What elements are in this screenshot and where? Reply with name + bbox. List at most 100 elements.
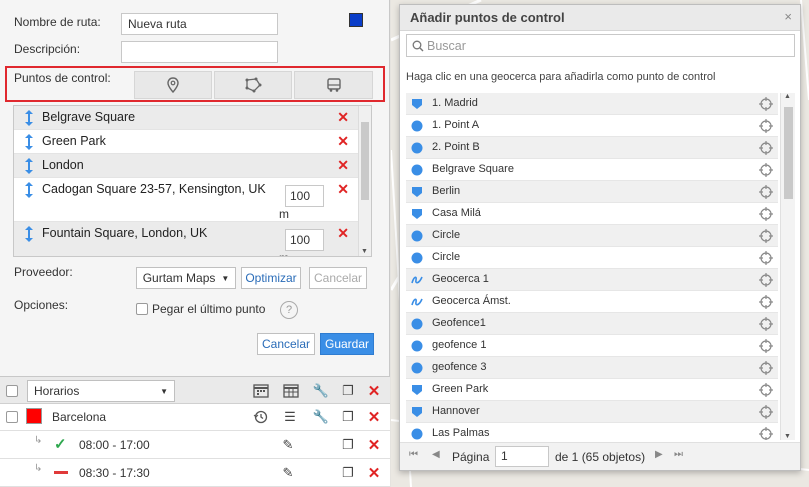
crosshair-icon[interactable] — [758, 228, 774, 244]
drag-arrow-icon[interactable] — [24, 181, 34, 199]
drag-arrow-icon[interactable] — [24, 133, 34, 151]
scroll-up-icon[interactable]: ▲ — [784, 93, 791, 100]
delete-icon[interactable]: ✕ — [365, 464, 383, 482]
history-icon[interactable] — [252, 408, 270, 426]
copy-icon[interactable]: ❐ — [339, 382, 357, 400]
delete-icon[interactable]: ✕ — [337, 157, 349, 174]
checkpoint-scrollbar[interactable]: ▼ — [358, 106, 371, 256]
radius-input[interactable]: 100 — [285, 185, 324, 207]
scrollbar-thumb[interactable] — [784, 107, 793, 199]
geofence-row[interactable]: 1. Madrid — [406, 93, 778, 115]
crosshair-icon[interactable] — [758, 404, 774, 420]
provider-dropdown[interactable]: Gurtam Maps ▼ — [136, 267, 236, 289]
schedule-row[interactable]: ↳ ✓ 08:00 - 17:00 ✎ ❐ ✕ — [0, 431, 390, 459]
radius-input[interactable]: 100 — [285, 229, 324, 251]
prev-page-icon[interactable]: ◀ — [432, 449, 440, 460]
chevron-down-icon: ▼ — [160, 386, 168, 396]
delete-icon[interactable]: ✕ — [365, 408, 383, 426]
crosshair-icon[interactable] — [758, 316, 774, 332]
drag-arrow-icon[interactable] — [24, 109, 34, 127]
crosshair-icon[interactable] — [758, 206, 774, 222]
route-checkbox[interactable] — [6, 411, 18, 423]
geofence-row[interactable]: Circle — [406, 247, 778, 269]
geofence-scrollbar[interactable]: ▲ ▼ — [780, 93, 795, 440]
crosshair-icon[interactable] — [758, 294, 774, 310]
copy-icon[interactable]: ❐ — [339, 464, 357, 482]
delete-icon[interactable]: ✕ — [365, 382, 383, 400]
delete-icon[interactable]: ✕ — [337, 225, 349, 242]
crosshair-icon[interactable] — [758, 162, 774, 178]
geofence-row[interactable]: Geofence1 — [406, 313, 778, 335]
cancel-button[interactable]: Cancelar — [257, 333, 315, 355]
route-color-swatch[interactable] — [349, 13, 363, 27]
crosshair-icon[interactable] — [758, 118, 774, 134]
cancel-optimize-button[interactable]: Cancelar — [309, 267, 367, 289]
description-input[interactable] — [121, 41, 278, 63]
checkpoint-row[interactable]: Cadogan Square 23-57, Kensington, UK 100… — [14, 178, 359, 222]
geofence-row[interactable]: Circle — [406, 225, 778, 247]
close-icon[interactable]: × — [784, 9, 792, 24]
search-box[interactable] — [406, 34, 795, 57]
delete-icon[interactable]: ✕ — [365, 436, 383, 454]
geofence-row[interactable]: Green Park — [406, 379, 778, 401]
crosshair-icon[interactable] — [758, 140, 774, 156]
geofence-row[interactable]: 2. Point B — [406, 137, 778, 159]
route-name-input[interactable] — [121, 13, 278, 35]
crosshair-icon[interactable] — [758, 382, 774, 398]
geofence-row[interactable]: Belgrave Square — [406, 159, 778, 181]
copy-icon[interactable]: ❐ — [339, 408, 357, 426]
list-icon[interactable]: ☰ — [281, 408, 299, 426]
calendar-icon[interactable] — [252, 382, 270, 400]
first-page-icon[interactable]: ⏮ — [409, 449, 418, 460]
filter-dropdown[interactable]: Horarios ▼ — [27, 380, 175, 402]
help-icon[interactable]: ? — [280, 301, 298, 319]
checkpoint-row[interactable]: London ✕ — [14, 154, 359, 178]
tab-add-by-address[interactable] — [134, 71, 212, 99]
crosshair-icon[interactable] — [758, 250, 774, 266]
geofence-row[interactable]: Berlin — [406, 181, 778, 203]
crosshair-icon[interactable] — [758, 96, 774, 112]
page-input[interactable]: 1 — [495, 446, 549, 467]
geofence-row[interactable]: Hannover — [406, 401, 778, 423]
crosshair-icon[interactable] — [758, 426, 774, 440]
tab-add-geofence[interactable] — [214, 71, 292, 99]
select-all-checkbox[interactable] — [6, 385, 18, 397]
next-page-icon[interactable]: ▶ — [655, 449, 663, 460]
checkpoint-row[interactable]: Belgrave Square ✕ — [14, 106, 359, 130]
scroll-down-icon[interactable]: ▼ — [784, 433, 791, 440]
checkpoint-row[interactable]: Fountain Square, London, UK 100 m ✕ — [14, 222, 359, 256]
schedule-row[interactable]: ↳ 08:30 - 17:30 ✎ ❐ ✕ — [0, 459, 390, 487]
geofence-row[interactable]: Las Palmas — [406, 423, 778, 440]
copy-icon[interactable]: ❐ — [339, 436, 357, 454]
pencil-icon[interactable]: ✎ — [279, 436, 297, 454]
drag-arrow-icon[interactable] — [24, 157, 34, 175]
geofence-row[interactable]: Geocerca 1 — [406, 269, 778, 291]
geofence-row[interactable]: Geocerca Ámst. — [406, 291, 778, 313]
geofence-row[interactable]: geofence 3 — [406, 357, 778, 379]
delete-icon[interactable]: ✕ — [337, 181, 349, 198]
route-row[interactable]: Barcelona ☰ 🔧 ❐ ✕ — [0, 404, 390, 431]
wrench-icon[interactable]: 🔧 — [312, 408, 330, 426]
delete-icon[interactable]: ✕ — [337, 133, 349, 150]
geofence-row[interactable]: Casa Milá — [406, 203, 778, 225]
pencil-icon[interactable]: ✎ — [279, 464, 297, 482]
drag-arrow-icon[interactable] — [24, 225, 34, 243]
geofence-row[interactable]: geofence 1 — [406, 335, 778, 357]
delete-icon[interactable]: ✕ — [337, 109, 349, 126]
stick-last-checkbox[interactable] — [136, 303, 148, 315]
scroll-down-icon[interactable]: ▼ — [361, 248, 368, 255]
tab-add-unit[interactable] — [294, 71, 373, 99]
search-input[interactable] — [427, 37, 787, 54]
crosshair-icon[interactable] — [758, 184, 774, 200]
last-page-icon[interactable]: ⏭ — [674, 449, 683, 460]
wrench-icon[interactable]: 🔧 — [312, 382, 330, 400]
checkpoint-row[interactable]: Green Park ✕ — [14, 130, 359, 154]
schedule-grid-icon[interactable] — [282, 382, 300, 400]
scrollbar-thumb[interactable] — [361, 122, 369, 200]
geofence-row[interactable]: 1. Point A — [406, 115, 778, 137]
crosshair-icon[interactable] — [758, 338, 774, 354]
crosshair-icon[interactable] — [758, 272, 774, 288]
crosshair-icon[interactable] — [758, 360, 774, 376]
optimize-button[interactable]: Optimizar — [241, 267, 301, 289]
save-button[interactable]: Guardar — [320, 333, 374, 355]
